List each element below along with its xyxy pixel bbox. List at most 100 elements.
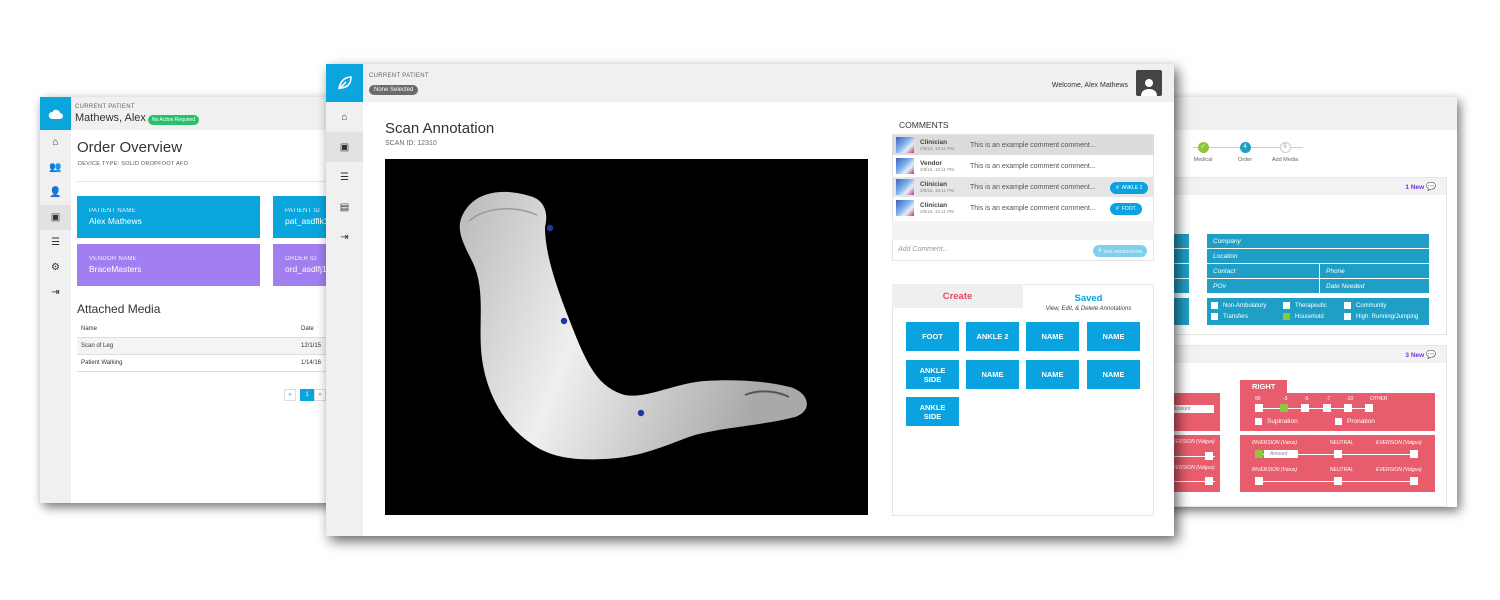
company-field[interactable]: Company [1207, 234, 1429, 248]
step-order[interactable]: 4 Order [1230, 142, 1260, 163]
pagination: « 1 » [284, 389, 326, 401]
scan-viewer[interactable] [385, 159, 868, 515]
progress-steps: ✓ Medical 4 Order 5 Add Media [1175, 142, 1315, 172]
po-field[interactable]: PO# [1207, 279, 1319, 293]
tab-saved[interactable]: Saved [1023, 288, 1154, 306]
welcome-text: Welcome, Alex Mathews [1051, 82, 1128, 89]
tick-box-selected[interactable] [1280, 404, 1288, 412]
contact-field[interactable]: Contact [1207, 264, 1319, 278]
annotation-button[interactable]: NAME [966, 360, 1019, 389]
table-row[interactable]: Patient Walking 1/14/16 [77, 355, 340, 372]
tag-ankle-2[interactable]: # ANKLE 2 [1110, 182, 1149, 194]
tick-box[interactable] [1323, 404, 1331, 412]
tick-box[interactable] [1301, 404, 1309, 412]
annotation-button[interactable]: NAME [1026, 360, 1079, 389]
check-icon: ✓ [1197, 142, 1209, 153]
slider-knob[interactable] [1410, 450, 1418, 458]
main-sidebar: ⌂ ▣ ☰ ▤ ⇥ [326, 64, 363, 536]
new-count-badge[interactable]: 1 New 💬 [1405, 182, 1436, 191]
slider-knob-selected[interactable] [1255, 450, 1263, 458]
briefcase-icon[interactable]: ▣ [326, 132, 363, 162]
tick-box[interactable] [1344, 404, 1352, 412]
media-table: Name Date Scan of Leg 12/1/15 Patient Wa… [77, 321, 340, 372]
slider-knob[interactable] [1205, 452, 1213, 460]
main-topbar: CURRENT PATIENT None Selected Welcome, A… [363, 64, 1174, 102]
none-selected-badge[interactable]: None Selected [369, 85, 419, 95]
briefcase-icon[interactable]: ▣ [40, 205, 71, 230]
slider-knob[interactable] [1205, 477, 1213, 485]
patient-name: Mathews, Alex [75, 112, 146, 124]
tag-foot[interactable]: # FOOT [1110, 203, 1142, 215]
step-medical[interactable]: ✓ Medical [1188, 142, 1218, 163]
annotation-button[interactable]: FOOT [906, 322, 959, 351]
tag-annotation-button[interactable]: # TAG ANNOTATION [1093, 245, 1148, 257]
add-user-icon[interactable]: 👤 [40, 180, 71, 205]
annotation-button[interactable]: ANKLE 2 [966, 322, 1019, 351]
leaf-logo-icon [326, 64, 363, 102]
avatar[interactable] [1136, 70, 1162, 96]
checkbox[interactable] [1211, 313, 1218, 320]
slider-knob[interactable] [1334, 477, 1342, 485]
status-badge: No Action Required [148, 115, 200, 125]
patient-name-card: PATIENT NAME Alex Mathews [77, 196, 260, 238]
gear-icon[interactable]: ⚙ [40, 255, 71, 280]
page-title: Order Overview [77, 139, 183, 156]
page-title: Scan Annotation [385, 120, 495, 137]
slider-knob[interactable] [1334, 450, 1342, 458]
logout-icon[interactable]: ⇥ [326, 222, 363, 252]
left-sidebar: ⌂ 👥 👤 ▣ ☰ ⚙ ⇥ [40, 97, 71, 503]
id-card-icon[interactable]: ▤ [326, 192, 363, 222]
checkbox-checked[interactable] [1283, 313, 1290, 320]
date-needed-field[interactable]: Date Needed [1320, 279, 1429, 293]
home-icon[interactable]: ⌂ [40, 130, 71, 155]
list-icon[interactable]: ☰ [40, 230, 71, 255]
next-page-button[interactable]: » [314, 389, 326, 401]
slider-knob[interactable] [1410, 477, 1418, 485]
annotation-button[interactable]: ANKLE SIDE [906, 397, 959, 426]
attached-media-title: Attached Media [77, 302, 161, 316]
users-icon[interactable]: 👥 [40, 155, 71, 180]
scan-annotation-window: ⌂ ▣ ☰ ▤ ⇥ CURRENT PATIENT None Selected … [326, 64, 1174, 536]
checkbox[interactable] [1344, 302, 1351, 309]
table-row[interactable]: Scan of Leg 12/1/15 [77, 338, 340, 355]
add-comment-input[interactable]: Add Comment... [898, 246, 949, 253]
tick-box[interactable] [1365, 404, 1373, 412]
right-angle-box: 90 -3 -5 -7 -10 OTHER Supination Pronati… [1240, 393, 1435, 431]
amount-field[interactable]: Amount [1170, 405, 1214, 413]
amount-field[interactable]: Amount [1264, 450, 1298, 458]
prev-page-button[interactable]: « [284, 389, 296, 401]
home-icon[interactable]: ⌂ [326, 102, 363, 132]
supination-checkbox[interactable] [1255, 418, 1262, 425]
current-patient-label: CURRENT PATIENT [369, 73, 429, 79]
phone-field[interactable]: Phone [1320, 264, 1429, 278]
annotation-button[interactable]: ANKLE SIDE [906, 360, 959, 389]
new-count-badge[interactable]: 3 New 💬 [1405, 350, 1436, 359]
chat-icon: 💬 [1426, 182, 1436, 191]
comment-item[interactable]: Clinician 2/9/16, 10:11 PM This is an exa… [892, 135, 1154, 155]
comment-divider [892, 221, 1154, 240]
activity-level-box: Non-Ambulatory Therapeutic Community Tra… [1207, 298, 1429, 325]
tick-box[interactable] [1255, 404, 1263, 412]
comment-item[interactable]: Vendor 2/9/16, 10:11 PM This is an exampl… [892, 156, 1154, 176]
tab-create[interactable]: Create [892, 284, 1023, 308]
chat-icon: 💬 [1426, 350, 1436, 359]
slider-knob[interactable] [1255, 477, 1263, 485]
location-field[interactable]: Location [1207, 249, 1429, 263]
leg-scan-3d-model [459, 191, 807, 460]
checkbox[interactable] [1283, 302, 1290, 309]
comments-title: COMMENTS [899, 120, 949, 130]
checkbox[interactable] [1211, 302, 1218, 309]
step-add-media[interactable]: 5 Add Media [1265, 142, 1305, 163]
annotation-button[interactable]: NAME [1026, 322, 1079, 351]
checkbox[interactable] [1344, 313, 1351, 320]
avatar [896, 179, 914, 195]
annotation-button[interactable]: NAME [1087, 322, 1140, 351]
right-inversion-box: INVERSION (Varus) NEUTRAL EVERSION (Valg… [1240, 435, 1435, 492]
logout-icon[interactable]: ⇥ [40, 280, 71, 305]
list-icon[interactable]: ☰ [326, 162, 363, 192]
avatar [896, 158, 914, 174]
pronation-checkbox[interactable] [1335, 418, 1342, 425]
annotation-button[interactable]: NAME [1087, 360, 1140, 389]
avatar [896, 137, 914, 153]
page-1-button[interactable]: 1 [300, 389, 314, 401]
